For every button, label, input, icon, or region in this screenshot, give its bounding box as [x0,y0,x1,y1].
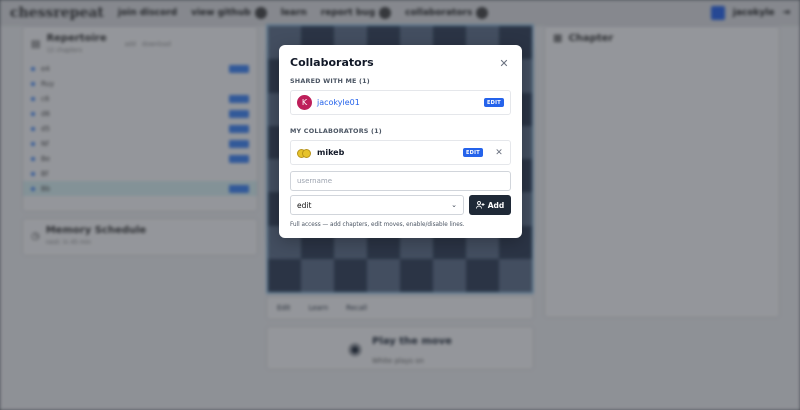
permission-select-value: edit [297,200,312,210]
permission-help-text: Full access — add chapters, edit moves, … [290,222,465,228]
add-button-label: Add [487,200,505,210]
my-collaborators-heading: MY COLLABORATORS (1) [290,127,382,135]
my-collaborator-row: mikeb EDIT ✕ [290,140,511,165]
collaborators-modal: Collaborators ✕ SHARED WITH ME (1) K jac… [279,45,522,238]
permission-badge: EDIT [462,148,483,157]
permission-badge: EDIT [483,98,504,107]
modal-title: Collaborators [290,56,374,69]
remove-collaborator-icon[interactable]: ✕ [494,148,504,158]
username-input[interactable] [290,171,511,191]
permission-select[interactable]: edit ⌄ [290,195,464,215]
add-collaborator-button[interactable]: Add [469,195,511,215]
shared-collaborator-row: K jacokyle01 EDIT [290,90,511,115]
avatar-coins-icon [297,145,312,160]
collaborator-name: mikeb [317,148,345,157]
shared-user-link[interactable]: jacokyle01 [317,98,360,107]
avatar: K [297,95,312,110]
close-icon[interactable]: ✕ [498,57,510,69]
user-plus-icon [475,201,485,209]
shared-with-me-heading: SHARED WITH ME (1) [290,77,370,85]
chevron-down-icon: ⌄ [451,201,457,209]
